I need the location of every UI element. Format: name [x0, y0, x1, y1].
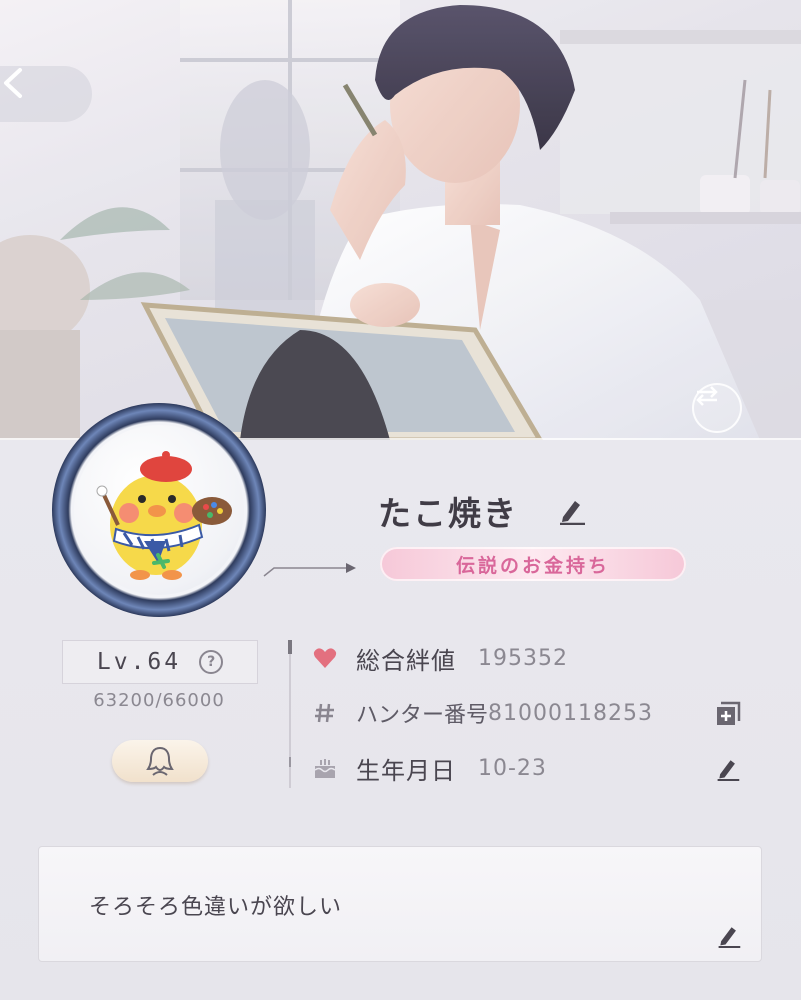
exp-progress: 63200/66000	[93, 690, 225, 711]
pencil-icon	[717, 760, 740, 781]
title-badge[interactable]: 伝説のお金持ち	[380, 547, 686, 581]
birthday-label: 生年月日	[356, 756, 456, 785]
copy-icon	[717, 701, 741, 725]
divider-cap	[289, 757, 291, 767]
back-button[interactable]	[0, 66, 92, 122]
person-outline-icon	[146, 746, 174, 776]
bond-label: 総合絆値	[356, 646, 456, 675]
bio-text: そろそろ色違いが欲しい	[89, 895, 343, 920]
avatar[interactable]	[74, 425, 244, 595]
help-icon[interactable]: ?	[199, 650, 224, 674]
nickname: たこ焼き	[378, 494, 518, 533]
banner-illustration	[0, 0, 801, 440]
divider-cap	[288, 640, 292, 654]
bio-box: そろそろ色違いが欲しい	[38, 846, 762, 962]
copy-id-button[interactable]	[714, 700, 742, 728]
hunter-id-value: 81000118253	[488, 700, 653, 726]
bond-value: 195352	[478, 645, 568, 671]
edit-birthday-button[interactable]	[714, 754, 742, 782]
pencil-icon	[560, 501, 585, 525]
birthday-row: 生年月日 10-23	[312, 750, 547, 786]
heart-icon	[312, 645, 338, 671]
level-label: Lv.64	[96, 649, 182, 675]
cake-icon	[312, 755, 338, 781]
chick-painter-avatar-icon	[96, 451, 232, 580]
swap-background-button[interactable]	[692, 383, 742, 433]
hunter-id-label: ハンター番号	[356, 703, 489, 728]
hunter-id-row: ハンター番号 81000118253	[312, 695, 653, 731]
profile-portrait-button[interactable]	[112, 740, 208, 782]
connector-line	[263, 563, 356, 577]
level-box: Lv.64 ?	[62, 640, 258, 684]
edit-nickname-button[interactable]	[556, 494, 588, 526]
edit-bio-button[interactable]	[715, 921, 743, 949]
pencil-icon	[718, 927, 741, 948]
bond-row: 総合絆値 195352	[312, 640, 568, 676]
birthday-value: 10-23	[478, 755, 547, 781]
chevron-left-icon	[4, 68, 22, 98]
profile-banner	[0, 0, 801, 440]
hash-icon	[312, 700, 338, 726]
swap-arrows-icon	[696, 386, 718, 406]
